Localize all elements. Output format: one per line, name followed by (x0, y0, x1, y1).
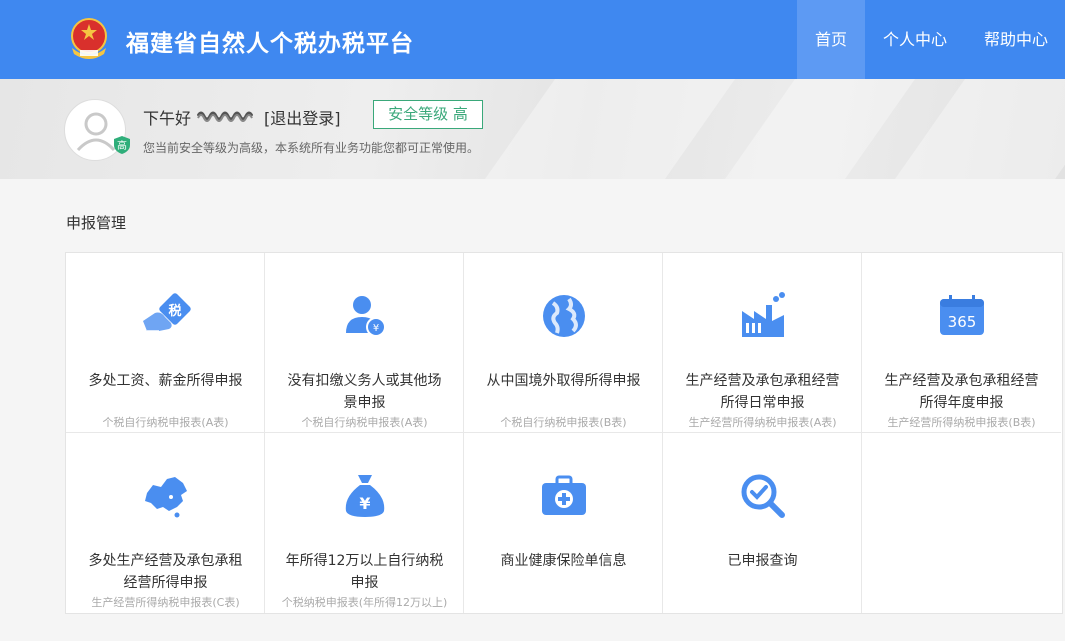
banner-decoration (894, 79, 1065, 179)
tile-subtitle: 生产经营所得纳税申报表(B表) (887, 416, 1036, 429)
factory-icon (742, 292, 785, 337)
security-description: 您当前安全等级为高级，本系统所有业务功能您都可正常使用。 (143, 141, 480, 155)
tile-business-daily[interactable]: 生产经营及承包承租经营所得日常申报 生产经营所得纳税申报表(A表) (663, 253, 862, 433)
tax-ticket-hand-icon: 税 (143, 293, 191, 332)
tile-title: 多处生产经营及承包承租经营所得申报 (88, 553, 243, 591)
svg-text:税: 税 (168, 303, 181, 319)
tile-subtitle: 个税自行纳税申报表(B表) (500, 416, 627, 429)
tile-title: 没有扣缴义务人或其他场景申报 (287, 373, 442, 411)
svg-text:¥: ¥ (373, 323, 379, 334)
tile-subtitle: 生产经营所得纳税申报表(A表) (688, 416, 837, 429)
svg-text:高: 高 (117, 139, 127, 152)
section-title: 申报管理 (66, 214, 127, 232)
tile-subtitle: 个税自行纳税申报表(A表) (102, 416, 229, 429)
site-title: 福建省自然人个税办税平台 (126, 31, 414, 57)
national-emblem-icon (71, 18, 107, 59)
tile-title: 年所得12万以上自行纳税申报 (285, 553, 444, 591)
declaration-grid: 税 多处工资、薪金所得申报 个税自行纳税申报表(A表) ¥ 没有扣缴义务人或其他… (65, 252, 1063, 614)
banner-decoration (484, 79, 736, 179)
money-bag-icon: ¥ (345, 475, 385, 517)
medical-kit-icon (542, 475, 586, 515)
svg-text:365: 365 (948, 313, 977, 331)
china-map-icon (145, 477, 187, 518)
tile-no-withholder[interactable]: ¥ 没有扣缴义务人或其他场景申报 个税自行纳税申报表(A表) (265, 253, 464, 433)
tile-title: 生产经营及承包承租经营所得日常申报 (685, 373, 840, 411)
tile-multi-business[interactable]: 多处生产经营及承包承租经营所得申报 生产经营所得纳税申报表(C表) (66, 433, 265, 613)
tile-title: 已申报查询 (727, 553, 798, 569)
masked-username (197, 111, 253, 122)
shield-badge-icon: 高 (114, 136, 130, 154)
nav-personal-center[interactable]: 个人中心 (866, 0, 964, 79)
tile-overseas-income[interactable]: 从中国境外取得所得申报 个税自行纳税申报表(B表) (464, 253, 663, 433)
tile-subtitle: 生产经营所得纳税申报表(C表) (91, 596, 240, 609)
tile-title: 商业健康保险单信息 (500, 553, 627, 569)
tile-title: 从中国境外取得所得申报 (486, 373, 641, 389)
globe-icon (543, 295, 585, 337)
logout-link[interactable]: [退出登录] (264, 105, 341, 129)
tile-subtitle: 个税自行纳税申报表(A表) (301, 416, 428, 429)
tile-empty (862, 433, 1061, 613)
user-banner: 高 下午好 [退出登录] 安全等级 高 您当前安全等级为高级，本系统所有业务功能… (0, 79, 1065, 179)
nav-help-center[interactable]: 帮助中心 (967, 0, 1065, 79)
svg-text:¥: ¥ (359, 494, 370, 513)
tile-title: 多处工资、薪金所得申报 (88, 373, 243, 389)
tile-health-insurance[interactable]: 商业健康保险单信息 (464, 433, 663, 613)
search-check-icon (741, 474, 785, 518)
tile-declared-query[interactable]: 已申报查询 (663, 433, 862, 613)
top-header: 福建省自然人个税办税平台 首页 个人中心 帮助中心 (0, 0, 1065, 79)
tile-multi-salary[interactable]: 税 多处工资、薪金所得申报 个税自行纳税申报表(A表) (66, 253, 265, 433)
calendar-365-icon: 365 (940, 295, 984, 335)
tile-annual-120k[interactable]: ¥ 年所得12万以上自行纳税申报 个税纳税申报表(年所得12万以上) (265, 433, 464, 613)
user-yuan-icon: ¥ (346, 296, 386, 337)
tile-business-annual[interactable]: 365 生产经营及承包承租经营所得年度申报 生产经营所得纳税申报表(B表) (862, 253, 1061, 433)
greeting-text: 下午好 (143, 109, 192, 128)
tile-title: 生产经营及承包承租经营所得年度申报 (884, 373, 1039, 411)
banner-decoration (724, 79, 916, 179)
security-level-badge: 安全等级 高 (373, 100, 483, 129)
tile-subtitle: 个税纳税申报表(年所得12万以上) (281, 596, 448, 609)
nav-home[interactable]: 首页 (797, 0, 865, 79)
